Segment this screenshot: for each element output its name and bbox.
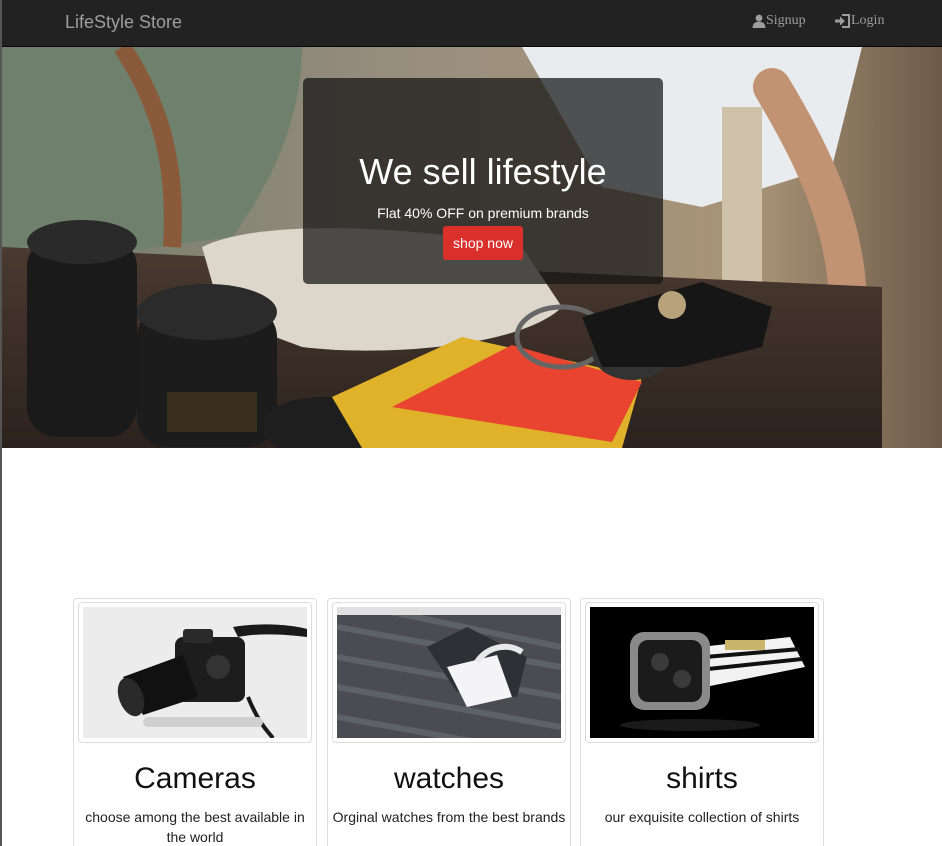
- card-title: watches: [393, 762, 505, 795]
- card-title: shirts: [666, 762, 738, 795]
- card-description: choose among the best available in the w…: [85, 809, 305, 845]
- card-thumbnail: [332, 602, 566, 743]
- page: LifeStyle Store Signup Login We sell lif…: [0, 0, 942, 846]
- hero-banner-box: We sell lifestyle Flat 40% OFF on premiu…: [303, 78, 663, 284]
- shirt-image: [337, 607, 561, 738]
- login-label: Login: [851, 13, 885, 28]
- category-card-watches[interactable]: watches Orginal watches from the best br…: [327, 598, 571, 846]
- hero-title: We sell lifestyle: [359, 151, 607, 192]
- hero-subtitle: Flat 40% OFF on premium brands: [377, 205, 589, 221]
- category-card-cameras[interactable]: Cameras choose among the best available …: [73, 598, 317, 846]
- login-icon: [835, 14, 851, 28]
- user-icon: [752, 14, 766, 28]
- card-thumbnail: [78, 602, 312, 743]
- signup-link[interactable]: Signup: [752, 13, 806, 29]
- login-link[interactable]: Login: [835, 13, 884, 29]
- navbar: LifeStyle Store Signup Login: [2, 0, 942, 47]
- brand-link[interactable]: LifeStyle Store: [65, 12, 182, 33]
- hero-banner: We sell lifestyle Flat 40% OFF on premiu…: [2, 47, 942, 448]
- camera-image: [83, 607, 307, 738]
- card-description: our exquisite collection of shirts: [604, 809, 800, 825]
- category-card-shirts[interactable]: shirts our exquisite collection of shirt…: [580, 598, 824, 846]
- watch-image: [590, 607, 814, 738]
- card-title: Cameras: [134, 762, 256, 795]
- shop-now-button[interactable]: shop now: [443, 226, 523, 260]
- signup-label: Signup: [766, 13, 806, 28]
- card-description: Orginal watches from the best brands: [332, 809, 566, 825]
- card-thumbnail: [585, 602, 819, 743]
